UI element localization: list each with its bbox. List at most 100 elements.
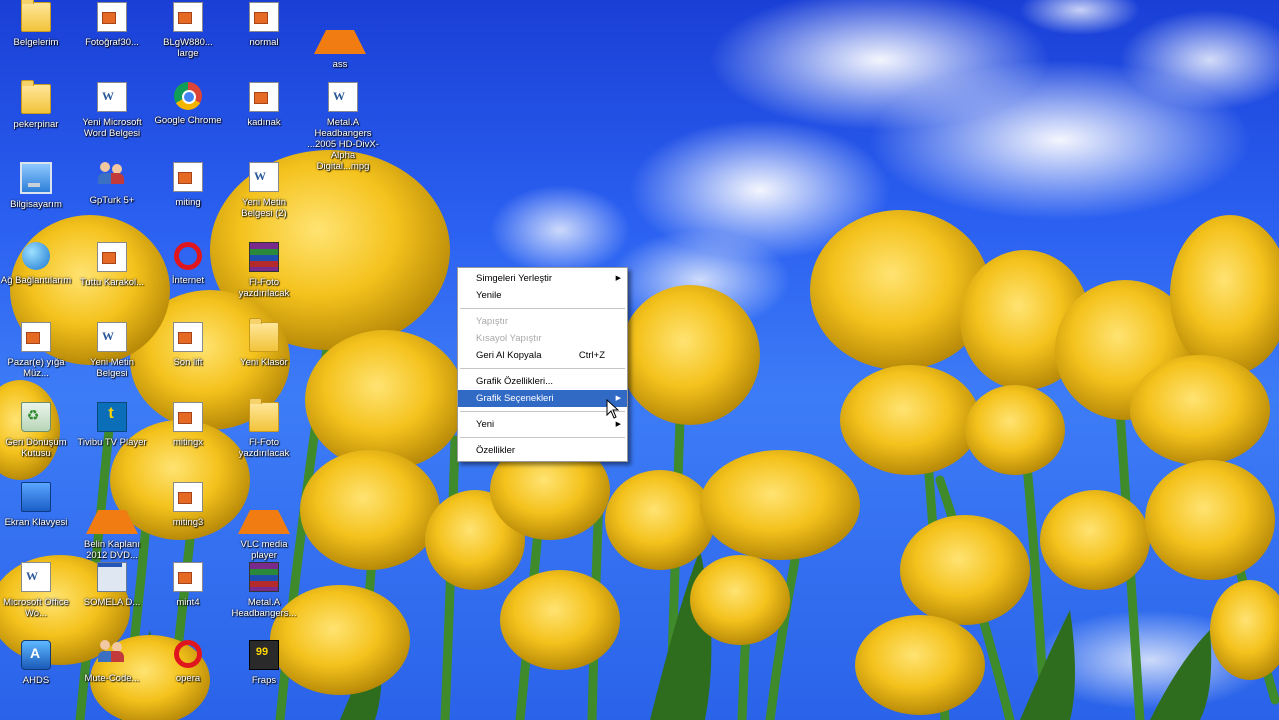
icon-label: Son lift <box>173 357 203 368</box>
desktop-icon-yeni-metin-2[interactable]: Yeni Metin Belgesi (2) <box>228 162 300 219</box>
icon-label: Geri Dönüşüm Kutusu <box>5 437 67 459</box>
icon-label: AHDS <box>22 675 50 686</box>
users-icon <box>98 162 126 190</box>
desktop-icon-word-belgesi[interactable]: Yeni Microsoft Word Belgesi <box>76 82 148 139</box>
desktop-icon-miting[interactable]: miting <box>152 162 224 208</box>
desktop-icon-blgw880[interactable]: BLgW880... large <box>152 2 224 59</box>
desktop-icon-tuttu-karakol[interactable]: Tuttu Karakol... <box>76 242 148 288</box>
icon-label: İnternet <box>171 275 205 286</box>
desktop-icon-somela[interactable]: SOMELA D... <box>76 562 148 608</box>
folder-icon <box>249 398 279 432</box>
icon-label: miting3 <box>172 517 204 528</box>
menu-item-ozellikler[interactable]: Özellikler <box>458 442 627 459</box>
icon-label: Pazar(e) yığa Müz... <box>7 357 65 379</box>
desktop-icon-fraps[interactable]: Fraps <box>228 640 300 686</box>
word-document-icon <box>21 562 51 592</box>
menu-separator <box>460 437 625 438</box>
desktop-icon-fl-foto-folder[interactable]: Fl-Foto yazdırılacak <box>228 398 300 459</box>
menu-item-yeni[interactable]: Yeni ▶ <box>458 416 627 433</box>
icon-label: Yeni Metin Belgesi <box>89 357 134 379</box>
icon-label: Metal.A Headbangers ...2005 HD-DivX-Alph… <box>307 117 379 172</box>
desktop-icon-ahds[interactable]: AHDS <box>0 640 72 686</box>
desktop-icon-pazar-muzik[interactable]: Pazar(e) yığa Müz... <box>0 322 72 379</box>
desktop-icon-yeni-klasor[interactable]: Yeni Klasör <box>228 318 300 368</box>
desktop-icon-fl-foto[interactable]: Fl-Foto yazdırılacak <box>228 242 300 299</box>
desktop-icon-mint4[interactable]: mint4 <box>152 562 224 608</box>
desktop-icon-google-chrome[interactable]: Google Chrome <box>152 82 224 126</box>
keyboard-icon <box>21 482 51 512</box>
text-document-icon <box>97 322 127 352</box>
desktop-icon-metal-a-rar[interactable]: Metal.A Headbangers... <box>228 562 300 619</box>
desktop-icon-normal[interactable]: normal <box>228 2 300 48</box>
desktop-icon-bilgisayarim[interactable]: Bilgisayarım <box>0 162 72 210</box>
desktop-icon-mitingx[interactable]: mitingx <box>152 402 224 448</box>
icon-label: miting <box>175 197 201 208</box>
menu-item-label: Grafik Özellikleri... <box>476 376 554 387</box>
menu-item-simgeleri-yerlestir[interactable]: Simgeleri Yerleştir ▶ <box>458 270 627 287</box>
document-icon <box>249 2 279 32</box>
desktop-icon-opera[interactable]: opera <box>152 640 224 684</box>
icon-label: Belgelerim <box>13 37 59 48</box>
desktop-icon-pekerpinar[interactable]: pekerpinar <box>0 80 72 130</box>
desktop-icon-mute-code[interactable]: Mute-Code... <box>76 640 148 684</box>
icon-label: Yeni Klasör <box>240 357 288 368</box>
document-icon <box>173 2 203 32</box>
mouse-pointer-icon <box>606 399 620 419</box>
desktop-icon-vlc[interactable]: VLC media player <box>228 482 300 561</box>
desktop-icon-gpturk[interactable]: GpTurk 5+ <box>76 162 148 206</box>
document-icon <box>97 242 127 272</box>
desktop-icon-metal-a[interactable]: Metal.A Headbangers ...2005 HD-DivX-Alph… <box>304 82 382 172</box>
menu-separator <box>460 308 625 309</box>
menu-item-shortcut: Ctrl+Z <box>578 350 605 361</box>
icon-label: Fraps <box>251 675 277 686</box>
desktop-icon-ass[interactable]: ass <box>304 2 376 70</box>
menu-item-label: Kısayol Yapıştır <box>476 333 542 344</box>
desktop-icon-ekran-klavyesi[interactable]: Ekran Klavyesi <box>0 482 72 528</box>
desktop-icon-miting3[interactable]: miting3 <box>152 482 224 528</box>
document-icon <box>173 322 203 352</box>
desktop-icon-yeni-metin[interactable]: Yeni Metin Belgesi <box>76 322 148 379</box>
document-icon <box>173 482 203 512</box>
desktop-icon-internet[interactable]: İnternet <box>152 242 224 286</box>
icon-label: Google Chrome <box>154 115 222 126</box>
network-icon <box>22 242 50 270</box>
menu-item-yenile[interactable]: Yenile <box>458 287 627 304</box>
icon-label: mint4 <box>176 597 200 608</box>
submenu-arrow-icon: ▶ <box>615 275 621 282</box>
chrome-icon <box>174 82 202 110</box>
opera-icon <box>174 640 202 668</box>
icon-label: Yeni Metin Belgesi (2) <box>241 197 287 219</box>
desktop-icon-office-word[interactable]: Microsoft Office Wo... <box>0 562 72 619</box>
menu-item-grafik-secenekleri[interactable]: Grafik Seçenekleri ▶ <box>458 390 627 407</box>
users-icon <box>98 640 126 668</box>
winrar-icon <box>249 562 279 592</box>
menu-item-geri-al-kopyala[interactable]: Geri Al Kopyala Ctrl+Z <box>458 347 627 364</box>
desktop-icon-son-lift[interactable]: Son lift <box>152 322 224 368</box>
icon-label: Belin Kaplanı 2012 DVD... <box>84 539 140 561</box>
vlc-icon <box>238 482 290 534</box>
document-icon <box>97 2 127 32</box>
desktop-icon-kadinak[interactable]: kadınak <box>228 82 300 128</box>
icon-label: Tivibu TV Player <box>77 437 147 448</box>
icon-label: Metal.A Headbangers... <box>231 597 297 619</box>
desktop-icon-geri-donusum[interactable]: Geri Dönüşüm Kutusu <box>0 402 72 459</box>
icon-label: Fl-Foto yazdırılacak <box>238 277 290 299</box>
document-icon <box>173 562 203 592</box>
icon-label: Ağ Bağlantılarım <box>0 275 72 286</box>
desktop-icon-tivibu[interactable]: Tivibu TV Player <box>76 402 148 448</box>
desktop-icon-fotograf[interactable]: Fotoğraf30... <box>76 2 148 48</box>
app-window-icon <box>97 562 127 592</box>
desktop-icon-belin-kaplani[interactable]: Belin Kaplanı 2012 DVD... <box>76 482 148 561</box>
menu-item-label: Simgeleri Yerleştir <box>476 273 553 284</box>
desktop-icon-belgelerim[interactable]: Belgelerim <box>0 0 72 48</box>
document-icon <box>249 82 279 112</box>
icon-label: mitingx <box>172 437 204 448</box>
menu-separator <box>460 368 625 369</box>
computer-icon <box>20 162 52 194</box>
desktop-icon-ag-baglantilarim[interactable]: Ağ Bağlantılarım <box>0 242 72 286</box>
menu-item-label: Grafik Seçenekleri <box>476 393 554 404</box>
icon-label: Fl-Foto yazdırılacak <box>238 437 290 459</box>
word-document-icon <box>97 82 127 112</box>
icon-label: Mute-Code... <box>84 673 140 684</box>
menu-item-grafik-ozellikleri[interactable]: Grafik Özellikleri... <box>458 373 627 390</box>
